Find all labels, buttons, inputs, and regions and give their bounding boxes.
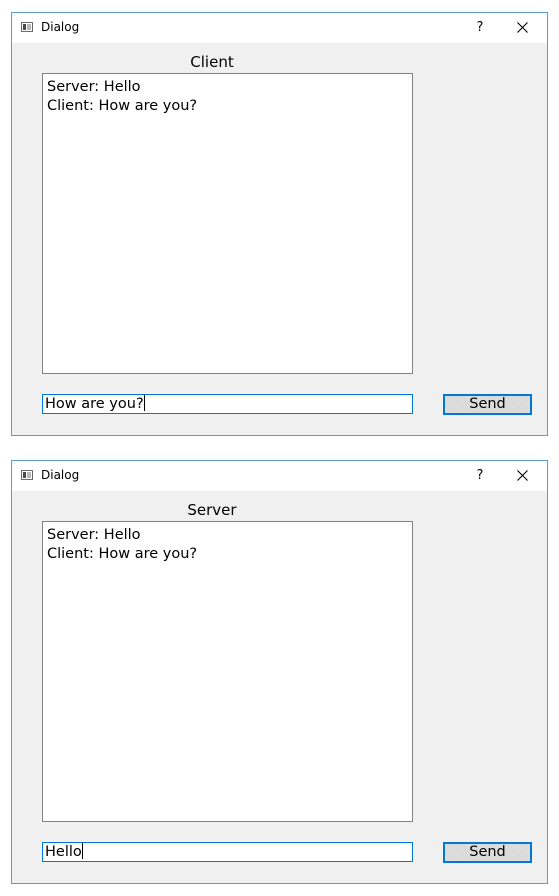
chat-log[interactable]: Server: Hello Client: How are you?: [42, 521, 413, 822]
message-input[interactable]: How are you?: [42, 394, 413, 414]
send-button[interactable]: Send: [443, 394, 532, 415]
chat-line: Server: Hello: [47, 527, 141, 543]
close-button[interactable]: [508, 13, 538, 43]
close-icon: [517, 22, 528, 33]
close-button[interactable]: [508, 461, 538, 491]
send-button[interactable]: Send: [443, 842, 532, 863]
caption-label: Server: [187, 501, 237, 519]
text-caret: [81, 843, 83, 859]
message-input-value: How are you?: [45, 396, 144, 412]
server-dialog-window: Dialog ? Server Server: Hello Client: Ho…: [11, 460, 548, 884]
title-bar[interactable]: Dialog ?: [12, 461, 547, 491]
help-button[interactable]: ?: [466, 461, 494, 491]
chat-log[interactable]: Server: Hello Client: How are you?: [42, 73, 413, 374]
chat-line: Client: How are you?: [47, 546, 198, 562]
window-app-icon: [21, 470, 33, 480]
chat-line: Client: How are you?: [47, 98, 198, 114]
message-input-value: Hello: [45, 844, 82, 860]
window-title: Dialog: [41, 20, 80, 34]
window-app-icon: [21, 22, 33, 32]
chat-line: Server: Hello: [47, 79, 141, 95]
client-dialog-window: Dialog ? Client Server: Hello Client: Ho…: [11, 12, 548, 436]
message-input[interactable]: Hello: [42, 842, 413, 862]
window-title: Dialog: [41, 468, 80, 482]
text-caret: [143, 395, 145, 411]
title-bar[interactable]: Dialog ?: [12, 13, 547, 43]
caption-label: Client: [190, 53, 234, 71]
close-icon: [517, 470, 528, 481]
help-button[interactable]: ?: [466, 13, 494, 43]
